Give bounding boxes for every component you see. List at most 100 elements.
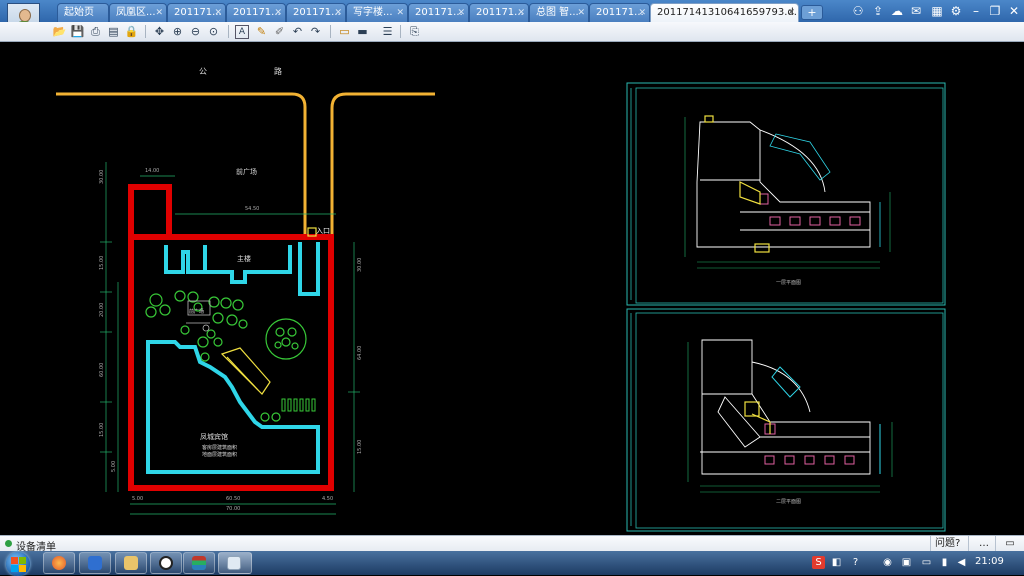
chat-icon[interactable]: ✉ xyxy=(908,3,924,19)
tab-active-document[interactable]: 20117141310641659793.d... ✕ xyxy=(650,3,799,22)
tab-document[interactable]: 201171... ✕ xyxy=(167,3,226,22)
tab-document[interactable]: 201171... ✕ xyxy=(408,3,469,22)
plan-1-title: 一层平面图 xyxy=(776,280,802,286)
print-preview-icon[interactable]: ▤ xyxy=(106,24,121,39)
pan-icon[interactable]: ✥ xyxy=(152,24,167,39)
tab-close-icon[interactable]: ✕ xyxy=(396,5,404,22)
plan-2-title: 二层平面图 xyxy=(776,499,802,505)
tray-action-icon[interactable]: ▣ xyxy=(900,556,913,569)
taskbar-folder-icon[interactable] xyxy=(115,552,147,574)
pen-icon[interactable]: ✎ xyxy=(254,24,269,39)
zoom-in-icon[interactable]: ⊕ xyxy=(170,24,185,39)
tray-help-icon[interactable]: ? xyxy=(849,556,862,569)
drawing-canvas[interactable]: 公 路 前广场 入口 主楼 前广场 凤城宾馆 客房层建筑面积 地面层建筑面积 1… xyxy=(0,42,1024,535)
tab-close-icon[interactable]: ✕ xyxy=(214,5,222,22)
taskbar-cad-viewer-icon[interactable] xyxy=(218,552,252,574)
save-icon[interactable]: 💾 xyxy=(70,24,85,39)
tab-close-icon[interactable]: ✕ xyxy=(457,5,465,22)
app-grid-icon[interactable]: ▦ xyxy=(929,3,945,19)
export-icon[interactable]: ⎘ xyxy=(407,24,422,39)
tray-shield-icon[interactable]: ◉ xyxy=(881,556,894,569)
tab-document[interactable]: 总图 智... ✕ xyxy=(529,3,589,22)
tab-close-icon[interactable]: ✕ xyxy=(517,5,525,22)
help-button[interactable]: 问题? xyxy=(930,536,964,551)
tab-close-icon[interactable]: ✕ xyxy=(638,5,646,22)
tray-volume-icon[interactable]: ◀ xyxy=(955,556,968,569)
restore-icon[interactable]: ❐ xyxy=(987,3,1003,19)
dimension-text: 64.00 xyxy=(357,345,363,360)
taskbar-qq-icon[interactable] xyxy=(150,552,182,574)
site-boundary xyxy=(128,184,334,491)
tab-label: 起始页 xyxy=(64,7,94,18)
tab-start-page[interactable]: 起始页 xyxy=(57,3,109,22)
toolbar-separator xyxy=(228,25,229,38)
taskbar-firefox-icon[interactable] xyxy=(43,552,75,574)
tab-document[interactable]: 201171... ✕ xyxy=(589,3,650,22)
new-tab-button[interactable]: + xyxy=(801,5,823,20)
building-outline xyxy=(146,242,320,474)
tray-display-icon[interactable]: ▭ xyxy=(920,556,933,569)
dimension-text: 60.00 xyxy=(99,362,105,377)
highlighter-icon[interactable]: ✐ xyxy=(272,24,287,39)
zoom-out-icon[interactable]: ⊖ xyxy=(188,24,203,39)
tray-signal-icon[interactable]: ▮ xyxy=(938,556,951,569)
tab-document[interactable]: 201171... ✕ xyxy=(469,3,529,22)
tab-close-icon[interactable]: ✕ xyxy=(334,5,342,22)
start-button[interactable] xyxy=(6,552,30,576)
taskbar-media-icon[interactable] xyxy=(79,552,111,574)
tab-close-icon[interactable]: ✕ xyxy=(787,5,795,22)
tab-label: 20117141310641659793.d... xyxy=(657,7,799,18)
status-indicator-icon xyxy=(5,540,12,547)
tray-sogou-icon[interactable]: S xyxy=(812,556,825,569)
lock-icon[interactable]: 🔒 xyxy=(124,24,139,39)
dimension-text: 14.00 xyxy=(145,168,160,174)
toolbar-separator xyxy=(400,25,401,38)
dimension-text: 4.50 xyxy=(322,496,334,502)
minimize-icon[interactable]: – xyxy=(968,3,984,19)
tab-label: 凤凰区... xyxy=(116,7,156,18)
tab-label: 201171... xyxy=(596,7,644,18)
open-icon[interactable]: 📂 xyxy=(52,24,67,39)
tab-close-icon[interactable]: ✕ xyxy=(577,5,585,22)
tab-document[interactable]: 凤凰区... ✕ xyxy=(109,3,167,22)
dimension-text: 15.00 xyxy=(99,422,105,437)
layers-icon[interactable]: ☰ xyxy=(380,24,395,39)
tray-network-icon[interactable]: ◧ xyxy=(830,556,843,569)
tab-close-icon[interactable]: ✕ xyxy=(155,5,163,22)
taskbar: S ◧ ? ◉ ▣ ▭ ▮ ◀ 21:09 xyxy=(0,551,1024,576)
taskbar-books-icon[interactable] xyxy=(183,552,215,574)
redo-icon[interactable]: ↷ xyxy=(308,24,323,39)
tab-label: 201171... xyxy=(415,7,463,18)
tab-close-icon[interactable]: ✕ xyxy=(274,5,282,22)
text-icon[interactable]: A xyxy=(235,25,249,39)
tab-label: 写字楼... xyxy=(353,7,393,18)
taskbar-clock[interactable]: 21:09 xyxy=(975,556,1004,567)
road xyxy=(56,92,435,238)
dimension-text: 15.00 xyxy=(99,255,105,270)
dimension-text: 54.50 xyxy=(245,206,260,212)
print-icon[interactable]: ⎙ xyxy=(88,24,103,39)
share-icon[interactable]: ⇪ xyxy=(870,3,886,19)
tab-document[interactable]: 201171... ✕ xyxy=(226,3,286,22)
close-icon[interactable]: ✕ xyxy=(1006,3,1022,19)
tab-document[interactable]: 201171... ✕ xyxy=(286,3,346,22)
dimension-text: 30.00 xyxy=(99,169,105,184)
hedge-rows xyxy=(281,398,316,412)
dimension-text: 20.00 xyxy=(99,302,105,317)
interior-details xyxy=(186,300,211,332)
gear-icon[interactable]: ⚙ xyxy=(948,3,964,19)
dimension-text: 15.00 xyxy=(357,439,363,454)
dimension-text: 5.00 xyxy=(132,496,144,502)
measure-icon[interactable]: ▭ xyxy=(337,24,352,39)
user-group-icon[interactable]: ⚇ xyxy=(850,3,866,19)
cloud-icon[interactable]: ☁ xyxy=(889,3,905,19)
entrance-label: 入口 xyxy=(316,227,330,235)
zoom-window-icon[interactable]: ⊙ xyxy=(206,24,221,39)
hide-layer-icon[interactable]: ▬ xyxy=(355,24,370,39)
dimension-lines xyxy=(100,162,360,515)
tab-document[interactable]: 写字楼... ✕ xyxy=(346,3,408,22)
undo-icon[interactable]: ↶ xyxy=(290,24,305,39)
toolbar-separator xyxy=(145,25,146,38)
panel-toggle-icon[interactable]: ▭ xyxy=(995,536,1024,551)
dimension-text: 30.00 xyxy=(357,257,363,272)
